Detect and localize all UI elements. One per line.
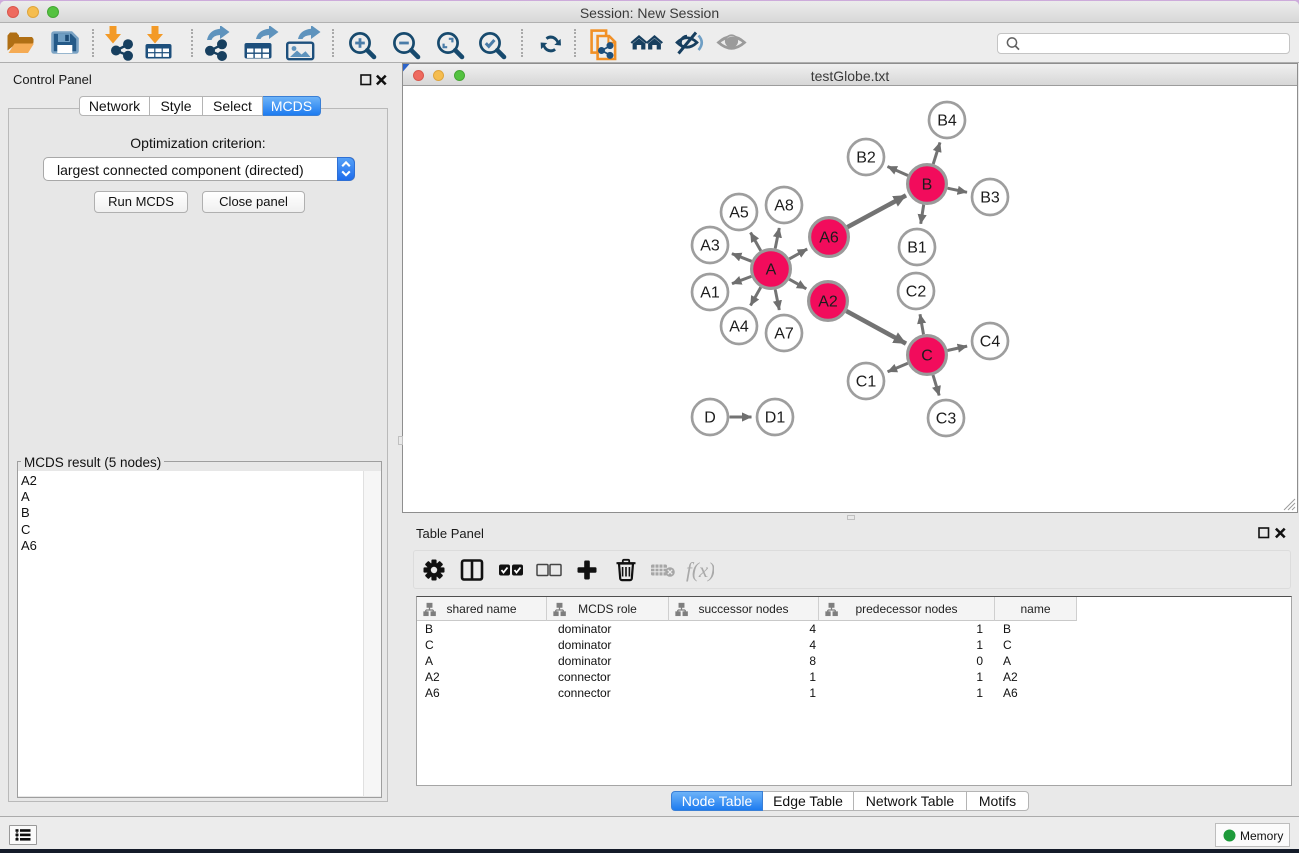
svg-text:A6: A6 [819,230,839,247]
svg-text:C2: C2 [906,284,927,301]
svg-text:A1: A1 [700,285,720,302]
svg-text:C: C [921,348,933,365]
svg-text:B: B [922,177,933,194]
svg-text:D1: D1 [765,410,786,427]
svg-text:C1: C1 [856,374,877,391]
svg-text:B2: B2 [856,150,876,167]
svg-text:A8: A8 [774,198,794,215]
svg-text:C4: C4 [980,334,1001,351]
svg-text:A: A [766,262,777,279]
svg-text:A5: A5 [729,205,749,222]
svg-text:A3: A3 [700,238,720,255]
svg-text:A4: A4 [729,319,749,336]
svg-text:B4: B4 [937,113,957,130]
svg-text:f(x): f(x) [686,558,714,582]
svg-text:D: D [704,410,716,427]
svg-text:C3: C3 [936,411,957,428]
svg-text:B1: B1 [907,240,927,257]
svg-text:A2: A2 [818,294,838,311]
svg-text:B3: B3 [980,190,1000,207]
svg-text:A7: A7 [774,326,794,343]
